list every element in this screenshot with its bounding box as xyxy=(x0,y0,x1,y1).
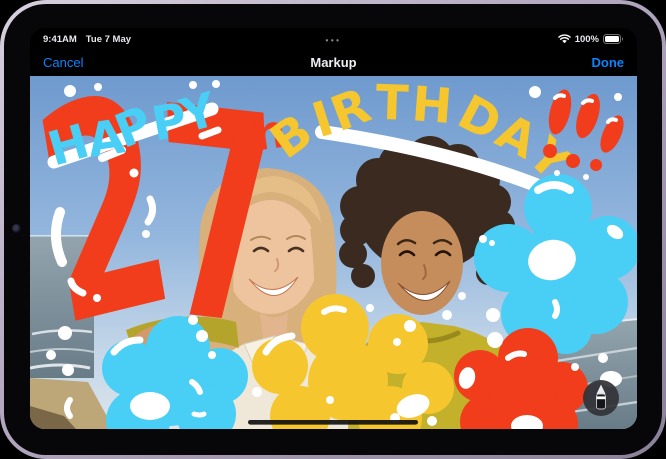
photo-canvas[interactable]: 27 HAPPY th xyxy=(30,76,637,429)
battery-icon xyxy=(603,34,624,44)
multitasking-indicator[interactable]: ••• xyxy=(326,37,342,45)
done-button[interactable]: Done xyxy=(592,50,625,76)
markup-title: Markup xyxy=(30,50,637,76)
wifi-icon xyxy=(558,34,571,44)
markup-toolbar: Cancel Markup Done xyxy=(30,50,637,76)
front-camera-icon xyxy=(12,224,21,233)
ipad-screen: 9:41AM Tue 7 May ••• 100% xyxy=(30,28,637,429)
battery-percent: 100% xyxy=(575,34,599,45)
status-right: 100% xyxy=(558,34,624,45)
status-left: 9:41AM Tue 7 May xyxy=(43,34,131,45)
pen-tool-button[interactable] xyxy=(583,380,619,416)
screenshot-stage: 9:41AM Tue 7 May ••• 100% xyxy=(0,0,666,459)
ipad-frame: 9:41AM Tue 7 May ••• 100% xyxy=(0,0,666,459)
status-time: 9:41AM xyxy=(43,34,77,45)
cancel-button[interactable]: Cancel xyxy=(43,50,83,76)
home-indicator[interactable] xyxy=(248,420,418,425)
status-bar: 9:41AM Tue 7 May ••• 100% xyxy=(30,28,637,50)
status-date: Tue 7 May xyxy=(86,34,131,45)
